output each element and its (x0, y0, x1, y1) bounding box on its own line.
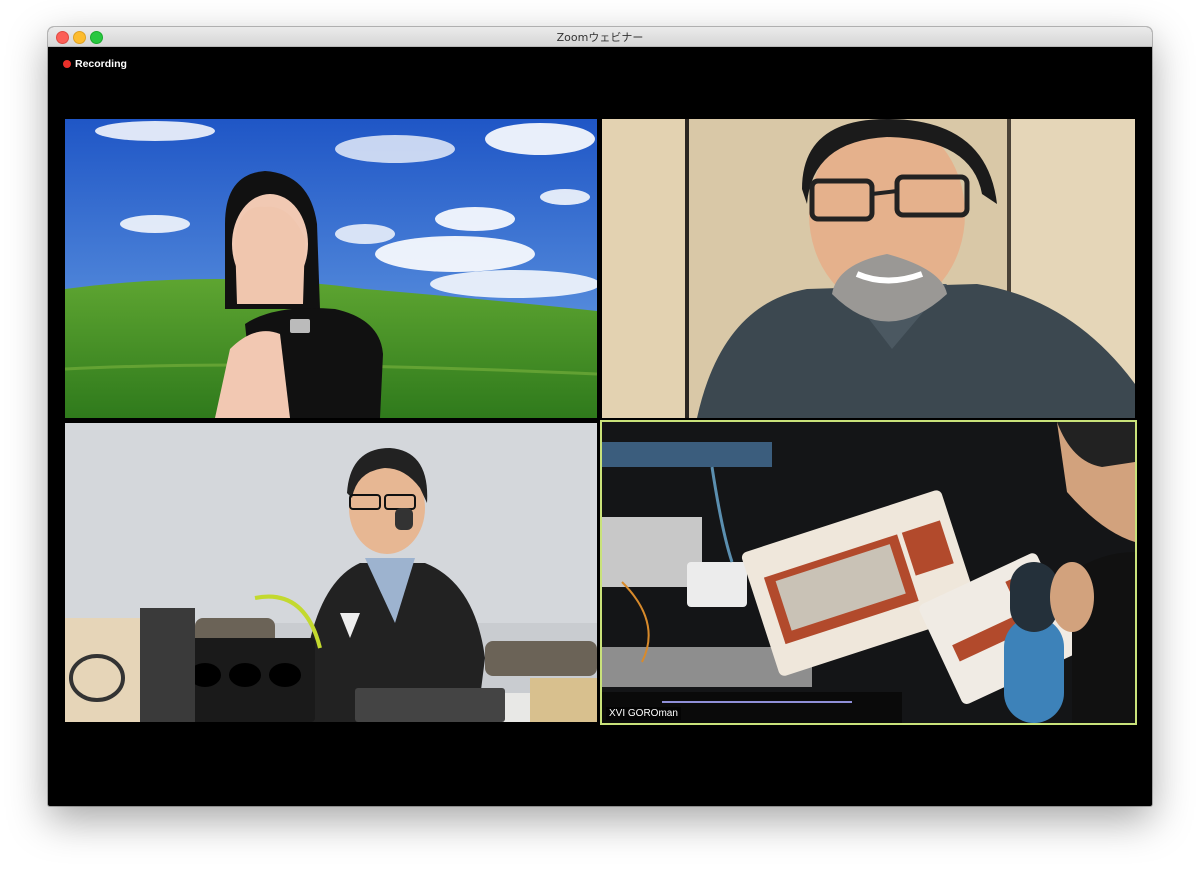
video-feed (602, 119, 1135, 418)
video-feed (65, 423, 597, 722)
video-tile-1[interactable] (65, 119, 597, 418)
recording-dot-icon (63, 60, 71, 68)
video-feed (65, 119, 597, 418)
recording-label: Recording (75, 58, 127, 70)
participant-name-label: XVI GOROman (606, 707, 681, 720)
title-bar: Zoomウェビナー (48, 27, 1152, 47)
video-tile-4-active-speaker[interactable]: XVI GOROman (600, 420, 1137, 725)
recording-indicator: Recording (63, 58, 127, 70)
window-title: Zoomウェビナー (556, 31, 644, 44)
zoom-window: Zoomウェビナー Recording XVI GOROman (48, 27, 1152, 806)
video-tile-2[interactable] (602, 119, 1135, 418)
video-tile-3[interactable] (65, 423, 597, 722)
video-feed (602, 422, 1135, 723)
